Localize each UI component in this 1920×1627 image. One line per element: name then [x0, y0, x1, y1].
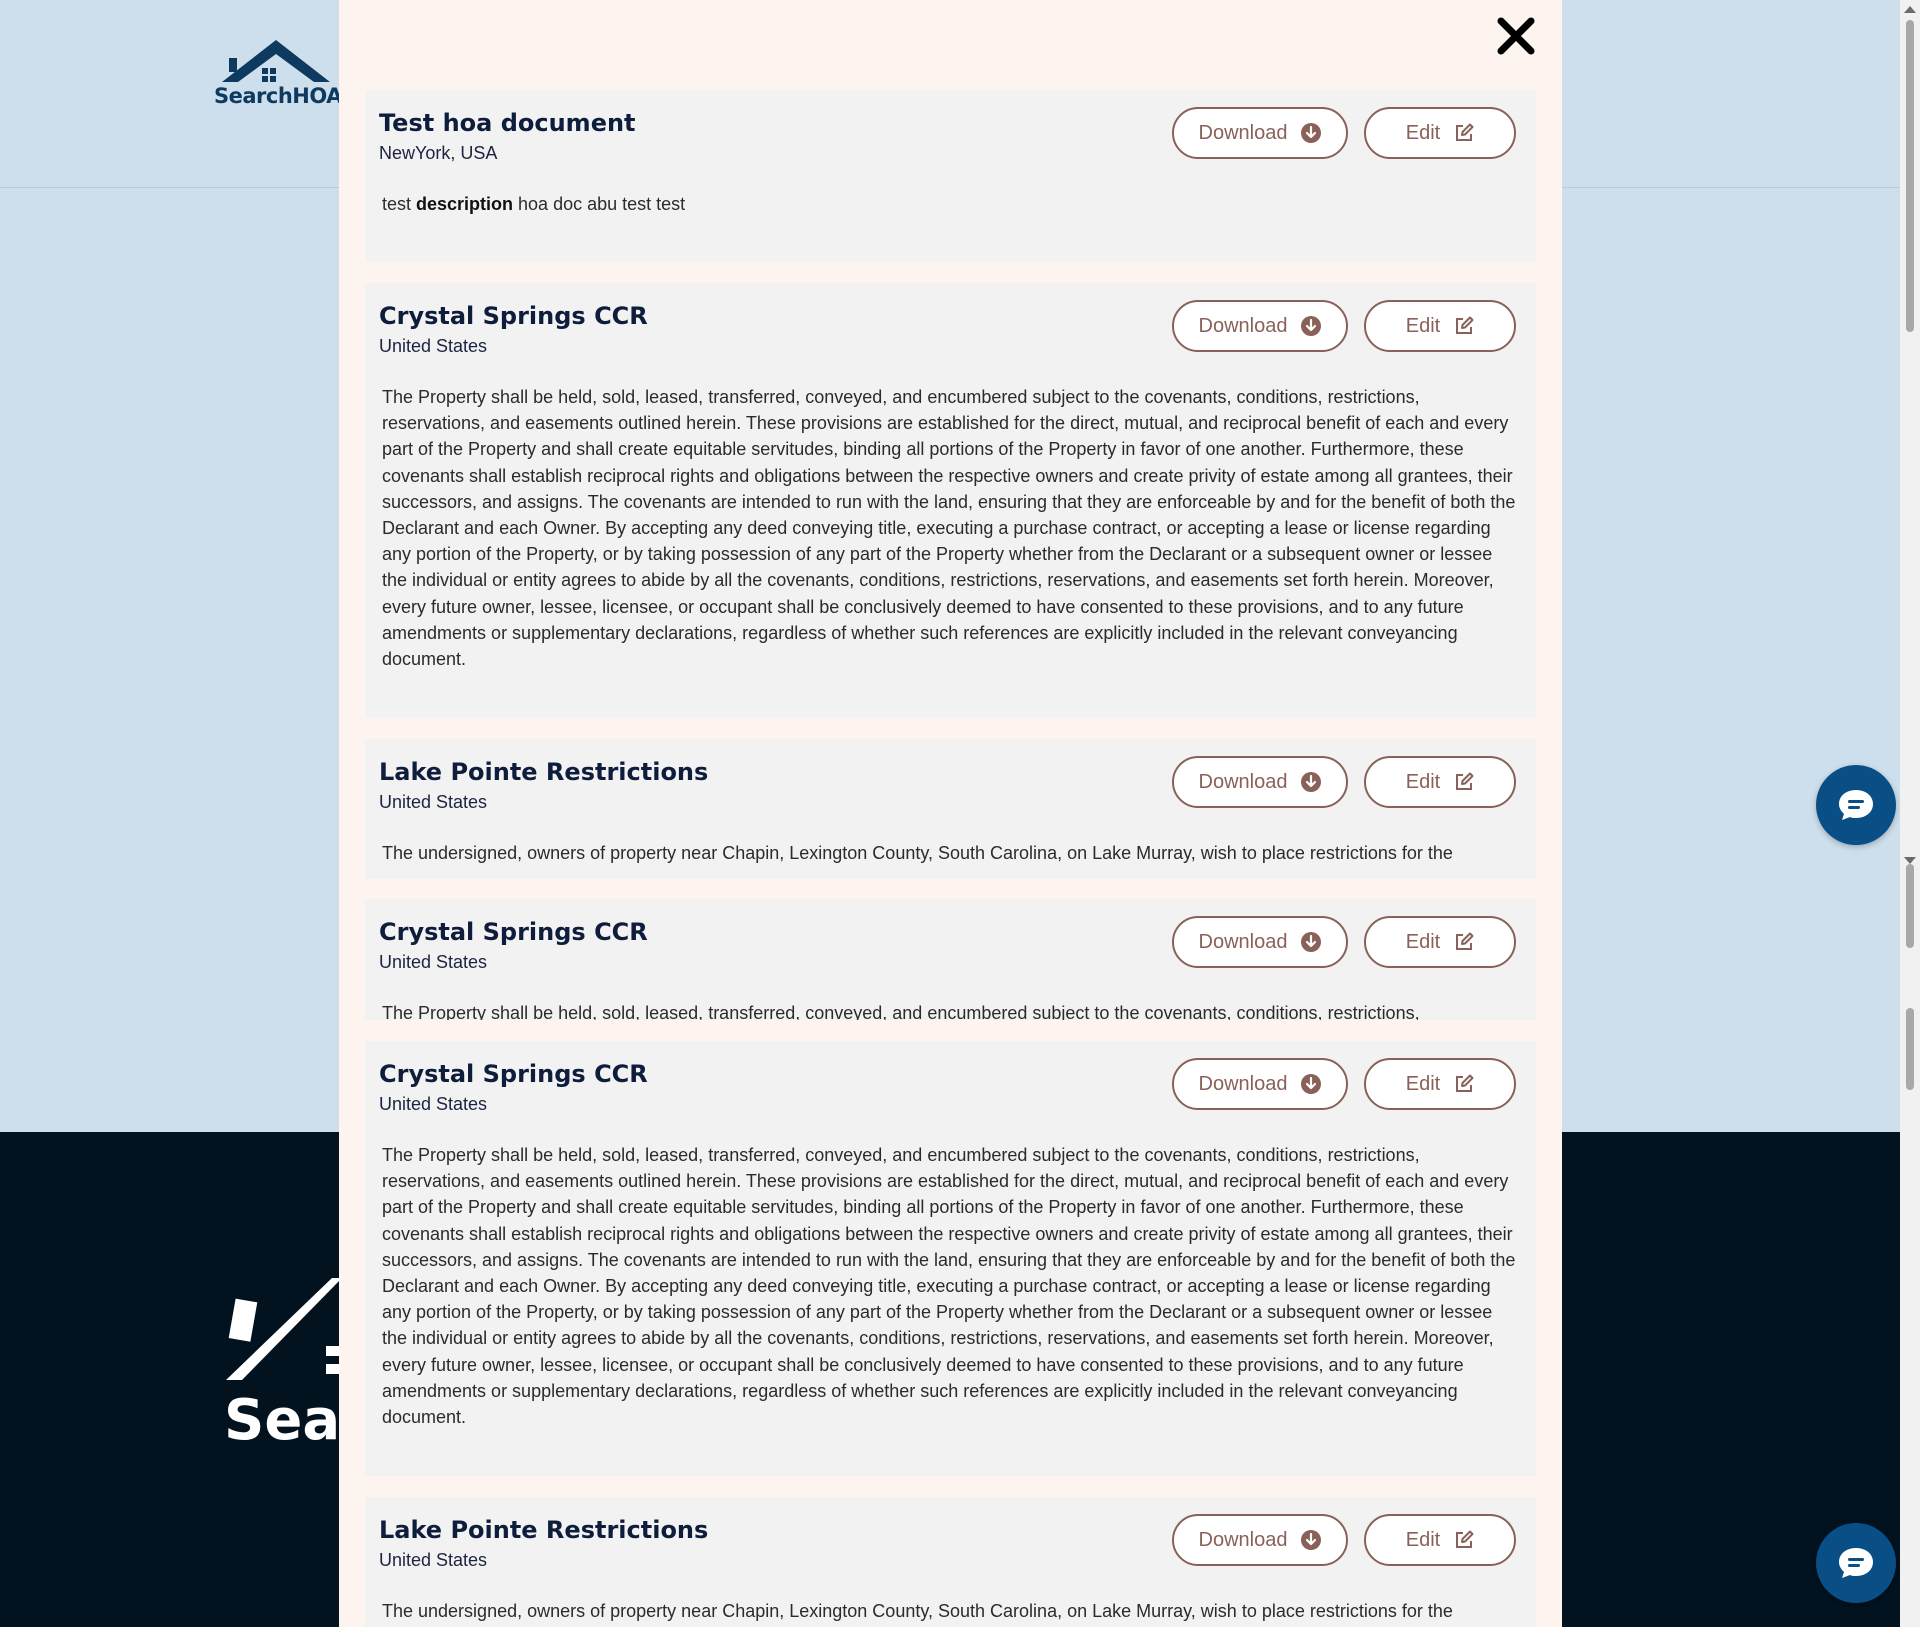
scroll-up-arrow-icon[interactable] [1904, 6, 1916, 13]
download-circle-icon [1301, 316, 1322, 336]
download-button[interactable]: Download [1172, 916, 1348, 968]
edit-pencil-icon [1456, 316, 1474, 334]
edit-label: Edit [1405, 121, 1441, 144]
edit-pencil-icon [1456, 932, 1474, 950]
document-title: Crystal Springs CCR [379, 918, 648, 946]
document-card: Lake Pointe Restrictions United States T… [365, 739, 1536, 879]
download-button[interactable]: Download [1172, 107, 1348, 159]
document-card: Test hoa document NewYork, USA test desc… [365, 90, 1536, 262]
edit-button[interactable]: Edit [1364, 1058, 1516, 1110]
download-circle-icon [1301, 1074, 1322, 1094]
document-title: Lake Pointe Restrictions [379, 758, 709, 786]
document-description: The Property shall be held, sold, leased… [382, 387, 1516, 670]
chat-bubble-icon [1839, 1548, 1873, 1578]
close-button[interactable] [1494, 14, 1538, 58]
edit-label: Edit [1405, 930, 1441, 953]
edit-button[interactable]: Edit [1364, 107, 1516, 159]
download-circle-icon [1301, 932, 1322, 952]
logo-text: SearchHOA [214, 84, 342, 108]
searchhoa-logo[interactable]: SearchHOA [214, 38, 342, 118]
edit-pencil-icon [1456, 772, 1474, 790]
download-label: Download [1198, 1528, 1288, 1551]
document-description: test description hoa doc abu test test [382, 194, 686, 214]
edit-label: Edit [1405, 314, 1441, 337]
download-circle-icon [1301, 123, 1322, 143]
download-circle-icon [1301, 1530, 1322, 1550]
download-label: Download [1198, 121, 1288, 144]
download-button[interactable]: Download [1172, 300, 1348, 352]
edit-button[interactable]: Edit [1364, 756, 1516, 808]
document-location: United States [379, 336, 488, 356]
edit-label: Edit [1405, 1072, 1441, 1095]
chat-button-secondary[interactable] [1816, 1523, 1896, 1603]
document-title: Lake Pointe Restrictions [379, 1516, 709, 1544]
edit-label: Edit [1405, 1528, 1441, 1551]
document-description: The undersigned, owners of property near… [382, 1601, 1453, 1621]
scroll-thumb-tertiary[interactable] [1906, 1008, 1914, 1090]
document-title: Test hoa document [379, 109, 636, 137]
download-label: Download [1198, 770, 1288, 793]
download-label: Download [1198, 1072, 1288, 1095]
document-description: The undersigned, owners of property near… [382, 843, 1453, 863]
edit-pencil-icon [1456, 1074, 1474, 1092]
scroll-thumb[interactable] [1906, 20, 1914, 332]
document-card: Crystal Springs CCR United States The Pr… [365, 1041, 1536, 1476]
edit-label: Edit [1405, 770, 1441, 793]
document-location: United States [379, 1094, 488, 1114]
scroll-down-arrow-icon[interactable] [1904, 857, 1916, 864]
document-location: United States [379, 1550, 488, 1570]
download-button[interactable]: Download [1172, 1514, 1348, 1566]
page-scrollbar[interactable] [1900, 0, 1920, 1627]
document-location: NewYork, USA [379, 143, 498, 163]
download-label: Download [1198, 930, 1288, 953]
document-title: Crystal Springs CCR [379, 302, 648, 330]
scroll-thumb-secondary[interactable] [1906, 864, 1914, 948]
document-card: Crystal Springs CCR United States The Pr… [365, 899, 1536, 1020]
documents-modal: Test hoa document NewYork, USA test desc… [339, 0, 1562, 1627]
chat-bubble-icon [1839, 790, 1873, 820]
house-logo-icon [222, 40, 330, 82]
edit-button[interactable]: Edit [1364, 916, 1516, 968]
chat-button[interactable] [1816, 765, 1896, 845]
document-title: Crystal Springs CCR [379, 1060, 648, 1088]
download-circle-icon [1301, 772, 1322, 792]
edit-pencil-icon [1456, 1530, 1474, 1548]
document-description: The Property shall be held, sold, leased… [382, 1003, 1420, 1020]
download-label: Download [1198, 314, 1288, 337]
document-card: Crystal Springs CCR United States The Pr… [365, 283, 1536, 718]
document-location: United States [379, 952, 488, 972]
edit-pencil-icon [1456, 123, 1474, 141]
document-card: Lake Pointe Restrictions United States T… [365, 1497, 1536, 1627]
document-description: The Property shall be held, sold, leased… [382, 1145, 1516, 1428]
edit-button[interactable]: Edit [1364, 1514, 1516, 1566]
document-location: United States [379, 792, 488, 812]
edit-button[interactable]: Edit [1364, 300, 1516, 352]
close-x-icon [1497, 17, 1535, 55]
download-button[interactable]: Download [1172, 1058, 1348, 1110]
download-button[interactable]: Download [1172, 756, 1348, 808]
